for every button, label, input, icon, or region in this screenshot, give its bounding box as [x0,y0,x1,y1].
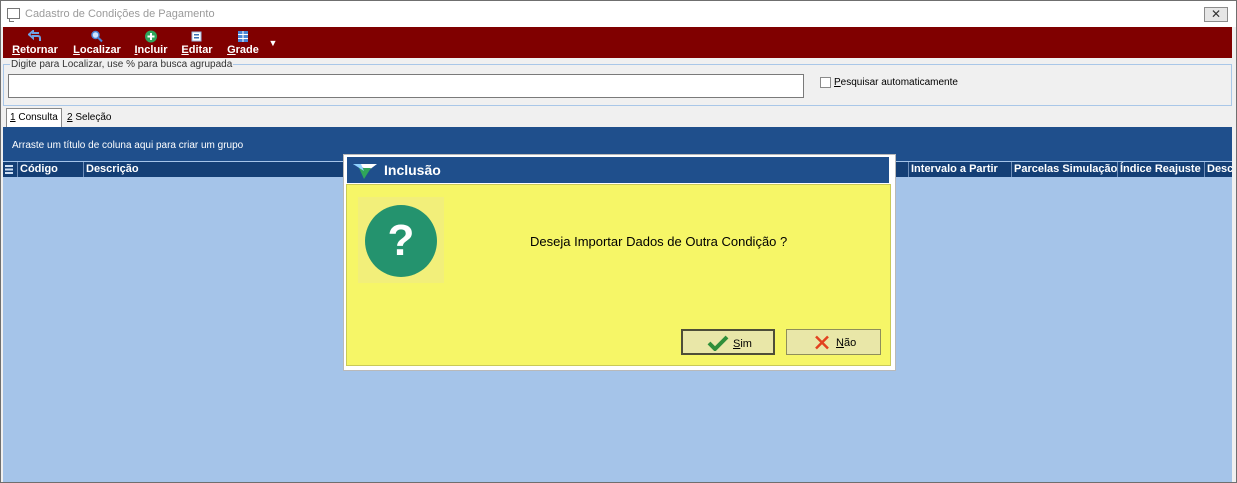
editar-button[interactable]: Editar [180,27,214,58]
magnifier-icon [91,30,103,43]
search-legend: Digite para Localizar, use % para busca … [10,59,234,70]
main-window: Cadastro de Condições de Pagamento ✕ Ret… [0,0,1237,483]
yes-label: Sim [733,338,752,350]
title-bar: Cadastro de Condições de Pagamento ✕ [1,1,1236,27]
return-arrow-icon [28,30,41,41]
incluir-button[interactable]: Incluir [133,27,169,58]
grade-label: Grade [227,44,259,56]
auto-search-label[interactable]: Pesquisar automaticamente [834,77,958,88]
window-title: Cadastro de Condições de Pagamento [25,8,215,20]
column-header-desc[interactable]: Desc [1204,162,1232,177]
confirm-dialog: Inclusão ? Deseja Importar Dados de Outr… [343,154,896,371]
localizar-button[interactable]: Localizar [72,27,122,58]
tab-consulta[interactable]: 1 Consulta [6,108,62,127]
yes-button[interactable]: Sim [681,329,775,355]
no-label: Não [836,337,857,349]
brand-logo-icon [353,164,377,179]
column-header-codigo[interactable]: Código [17,162,83,177]
column-chooser-icon[interactable] [3,162,17,177]
auto-search-checkbox[interactable] [820,77,831,88]
no-button[interactable]: Não [786,329,881,355]
column-header-intervalo[interactable]: Intervalo a Partir [908,162,1011,177]
search-input[interactable] [8,74,804,98]
x-cross-icon [815,335,829,350]
dialog-title-bar: Inclusão [347,157,889,183]
localizar-label: Localizar [73,44,121,56]
toolbar: Retornar Localizar Incluir Editar Grade … [3,27,1232,58]
dialog-message: Deseja Importar Dados de Outra Condição … [530,234,788,249]
dialog-title: Inclusão [384,162,441,178]
retornar-label: Retornar [12,44,58,56]
tab-selecao[interactable]: 2 Seleção [64,109,114,126]
search-group: Digite para Localizar, use % para busca … [3,59,1232,106]
grade-button[interactable]: Grade [226,27,260,58]
close-button[interactable]: ✕ [1204,7,1228,22]
question-icon: ? [358,197,444,283]
toolbar-more-dropdown[interactable]: ▼ [267,38,279,50]
grid-icon [238,31,248,42]
checkmark-icon [707,335,729,351]
incluir-label: Incluir [134,44,168,56]
plus-circle-icon [145,30,157,43]
column-header-parcelas[interactable]: Parcelas Simulação [1011,162,1117,177]
dialog-body: ? Deseja Importar Dados de Outra Condiçã… [346,184,891,366]
column-header-indice-reajuste[interactable]: Índice Reajuste [1117,162,1204,177]
group-by-hint: Arraste um título de coluna aqui para cr… [12,140,244,151]
retornar-button[interactable]: Retornar [10,27,60,58]
edit-form-icon [191,31,202,42]
editar-label: Editar [181,44,213,56]
app-icon [7,8,20,22]
